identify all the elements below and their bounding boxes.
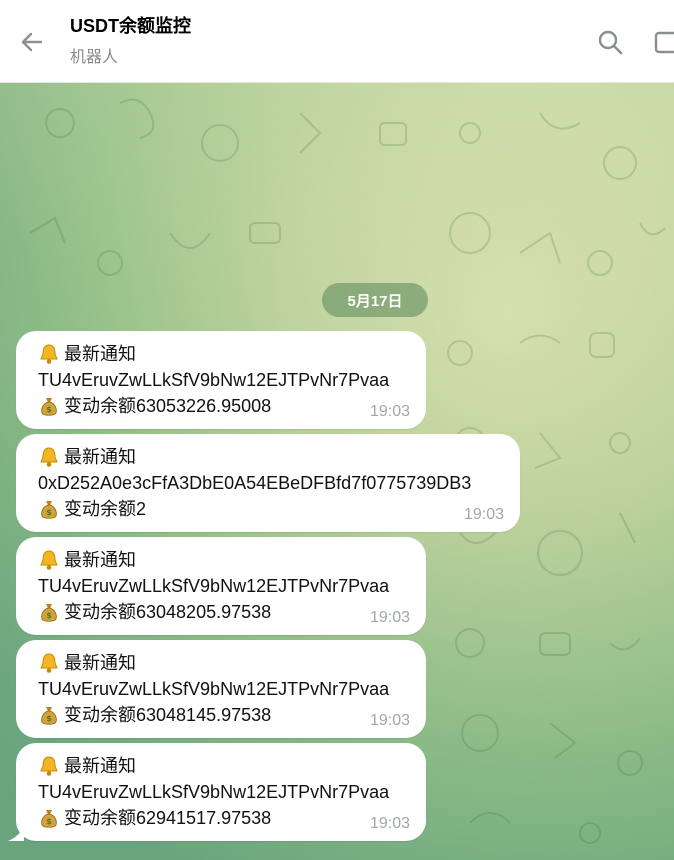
bell-icon: [40, 550, 58, 570]
message-change-line: $ 变动余额62941517.97538: [38, 805, 402, 831]
window-icon: [654, 31, 674, 54]
message-title: 最新通知: [64, 756, 136, 776]
money-bag-icon: $: [41, 604, 57, 622]
message-address: TU4vEruvZwLLkSfV9bNw12EJTPvNr7Pvaa: [38, 370, 390, 390]
money-bag-icon: $: [41, 810, 57, 828]
message-title: 最新通知: [64, 550, 136, 570]
message-address: 0xD252A0e3cFfA3DbE0A54EBeDFBfd7f0775739D…: [38, 473, 472, 493]
message-bubble[interactable]: 最新通知 TU4vEruvZwLLkSfV9bNw12EJTPvNr7Pvaa …: [8, 743, 426, 841]
bubble-tail: [8, 827, 24, 841]
chat-header: USDT余额监控 机器人: [0, 0, 674, 83]
message-change: 变动余额62941517.97538: [64, 808, 272, 828]
message-time: 19:03: [463, 506, 504, 523]
bell-icon: [40, 653, 58, 673]
message-change-line: $ 变动余额63048145.97538: [38, 702, 402, 728]
bell-icon: [40, 344, 58, 364]
svg-text:$: $: [46, 405, 52, 414]
chat-area[interactable]: 5月17日 最新通知 TU4vEruvZwLLkSfV9bNw12EJTPvNr…: [0, 83, 674, 860]
search-icon: [598, 30, 623, 55]
message-title-line: 最新通知: [38, 444, 496, 470]
message-change-line: $ 变动余额63053226.95008: [38, 393, 402, 419]
message-change-line: $ 变动余额2: [38, 496, 496, 522]
money-bag-icon: $: [41, 501, 57, 519]
message-change: 变动余额2: [64, 499, 147, 519]
more-button[interactable]: [652, 30, 674, 54]
message-title: 最新通知: [64, 653, 136, 673]
back-button[interactable]: [14, 24, 50, 60]
message-change-line: $ 变动余额63048205.97538: [38, 599, 402, 625]
message-address: TU4vEruvZwLLkSfV9bNw12EJTPvNr7Pvaa: [38, 576, 390, 596]
money-bag-icon: $: [41, 398, 57, 416]
message-change: 变动余额63048205.97538: [64, 602, 272, 622]
message-title: 最新通知: [64, 344, 136, 364]
message-address: TU4vEruvZwLLkSfV9bNw12EJTPvNr7Pvaa: [38, 679, 390, 699]
chat-title: USDT余额监控: [70, 16, 191, 36]
message-time: 19:03: [369, 609, 410, 626]
message-time: 19:03: [369, 815, 410, 832]
message-title-line: 最新通知: [38, 547, 402, 573]
date-separator: 5月17日: [322, 283, 428, 317]
chat-title-block[interactable]: USDT余额监控 机器人: [70, 14, 191, 68]
bell-icon: [40, 447, 58, 467]
svg-text:$: $: [46, 714, 52, 723]
bell-icon: [40, 756, 58, 776]
message-time: 19:03: [369, 403, 410, 420]
message-title-line: 最新通知: [38, 341, 402, 367]
message-title-line: 最新通知: [38, 753, 402, 779]
message-bubble[interactable]: 最新通知 TU4vEruvZwLLkSfV9bNw12EJTPvNr7Pvaa …: [16, 331, 426, 429]
svg-text:$: $: [46, 611, 52, 620]
message-title-line: 最新通知: [38, 650, 402, 676]
message-change: 变动余额63048145.97538: [64, 705, 272, 725]
money-bag-icon: $: [41, 707, 57, 725]
message-address: TU4vEruvZwLLkSfV9bNw12EJTPvNr7Pvaa: [38, 782, 390, 802]
back-arrow-icon: [21, 32, 43, 52]
chat-subtitle: 机器人: [70, 49, 119, 66]
svg-text:$: $: [46, 817, 52, 826]
message-title: 最新通知: [64, 447, 136, 467]
search-button[interactable]: [592, 24, 628, 60]
message-bubble[interactable]: 最新通知 TU4vEruvZwLLkSfV9bNw12EJTPvNr7Pvaa …: [16, 537, 426, 635]
message-bubble[interactable]: 最新通知 0xD252A0e3cFfA3DbE0A54EBeDFBfd7f077…: [16, 434, 520, 532]
message-time: 19:03: [369, 712, 410, 729]
message-bubble[interactable]: 最新通知 TU4vEruvZwLLkSfV9bNw12EJTPvNr7Pvaa …: [16, 640, 426, 738]
svg-text:$: $: [46, 508, 52, 517]
message-change: 变动余额63053226.95008: [64, 396, 272, 416]
